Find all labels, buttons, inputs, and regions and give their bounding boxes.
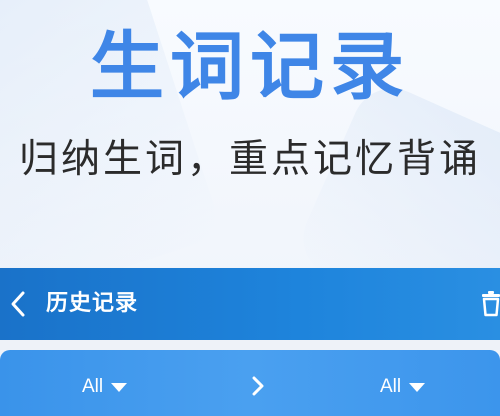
divider: [0, 340, 500, 350]
source-language-select[interactable]: All: [82, 372, 128, 402]
back-button[interactable]: [4, 284, 32, 324]
caret-down-icon: [111, 382, 128, 392]
clear-history-button[interactable]: [478, 290, 500, 318]
promo-subtitle: 归纳生词，重点记忆背诵: [18, 137, 481, 182]
caret-down-icon: [409, 382, 426, 392]
nav-title: 历史记录: [46, 291, 139, 316]
target-language-select[interactable]: All: [380, 372, 426, 402]
chevron-left-icon: [11, 291, 25, 317]
app-screen: 生词记录 归纳生词，重点记忆背诵 历史记录 All All: [0, 0, 500, 416]
target-language-label: All: [380, 376, 402, 397]
source-language-label: All: [82, 376, 104, 397]
trash-icon: [482, 291, 500, 317]
top-nav-bar: 历史记录: [0, 268, 500, 340]
chevron-right-icon[interactable]: [250, 374, 266, 398]
promo-headline: 生词记录: [90, 24, 410, 110]
